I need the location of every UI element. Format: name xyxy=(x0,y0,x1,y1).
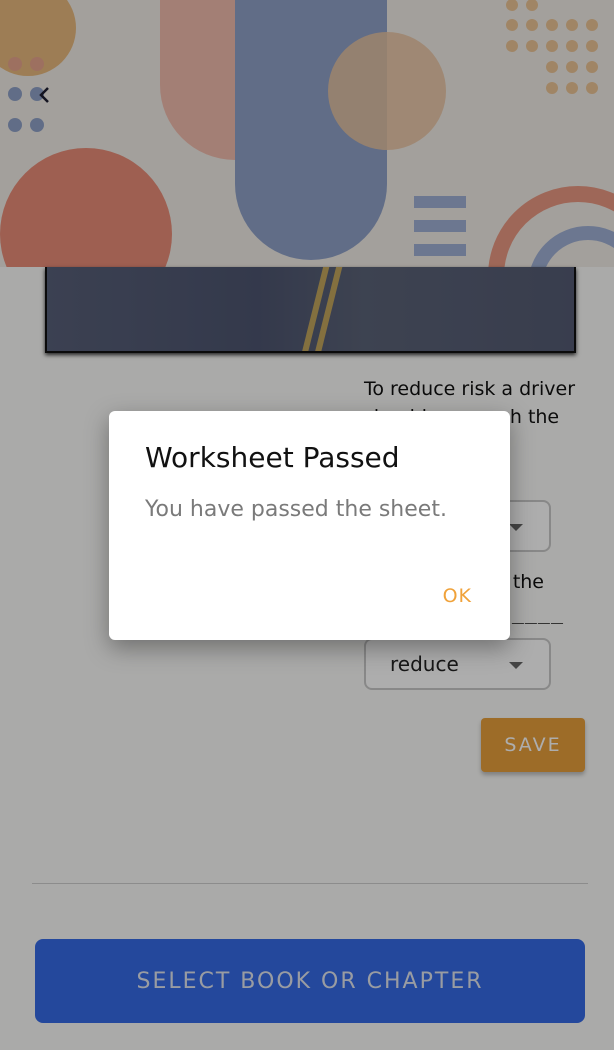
ok-button[interactable]: OK xyxy=(443,585,472,607)
dialog-title: Worksheet Passed xyxy=(145,441,400,474)
dialog-message: You have passed the sheet. xyxy=(145,497,447,522)
worksheet-passed-dialog: Worksheet Passed You have passed the she… xyxy=(109,411,510,640)
